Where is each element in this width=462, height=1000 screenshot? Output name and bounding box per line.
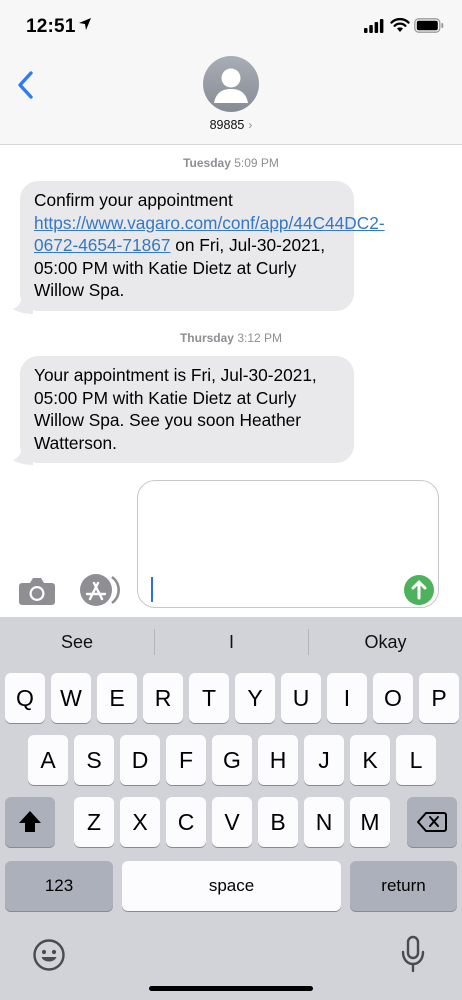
message-text: Your appointment is Fri, Jul-30-2021, 05… bbox=[34, 365, 317, 453]
microphone-icon[interactable] bbox=[399, 935, 427, 973]
status-time: 12:51 bbox=[26, 16, 76, 37]
key[interactable]: G bbox=[212, 735, 252, 785]
delete-key[interactable] bbox=[407, 797, 457, 847]
shift-icon bbox=[19, 811, 41, 832]
message-input[interactable] bbox=[137, 480, 439, 608]
message-bubble-received[interactable]: Your appointment is Fri, Jul-30-2021, 05… bbox=[20, 356, 354, 463]
person-icon bbox=[214, 68, 248, 103]
home-indicator[interactable] bbox=[149, 986, 313, 991]
timestamp-day: Tuesday bbox=[183, 156, 231, 170]
key[interactable]: E bbox=[97, 673, 137, 723]
location-arrow-icon bbox=[79, 18, 91, 30]
suggestion[interactable]: I bbox=[155, 625, 308, 659]
key[interactable]: K bbox=[350, 735, 390, 785]
contact-name[interactable]: 89885 › bbox=[0, 118, 462, 132]
battery-icon bbox=[414, 18, 444, 33]
key[interactable]: S bbox=[74, 735, 114, 785]
text-cursor bbox=[151, 577, 153, 602]
emoji-icon[interactable] bbox=[31, 937, 67, 973]
chevron-right-icon: › bbox=[248, 118, 253, 132]
contact-number: 89885 bbox=[209, 118, 245, 132]
key[interactable]: C bbox=[166, 797, 206, 847]
cellular-signal-icon bbox=[364, 19, 384, 33]
key[interactable]: L bbox=[396, 735, 436, 785]
wifi-icon bbox=[390, 18, 410, 32]
timestamp-time: 3:12 PM bbox=[237, 331, 283, 345]
key[interactable]: A bbox=[28, 735, 68, 785]
message-bubble-received[interactable]: Confirm your appointment https://www.vag… bbox=[20, 181, 385, 311]
key[interactable]: P bbox=[419, 673, 459, 723]
key[interactable]: W bbox=[51, 673, 91, 723]
timestamp-time: 5:09 PM bbox=[234, 156, 279, 170]
key[interactable]: Z bbox=[74, 797, 114, 847]
shift-key[interactable] bbox=[5, 797, 55, 847]
key[interactable]: N bbox=[304, 797, 344, 847]
back-chevron-icon[interactable] bbox=[16, 70, 36, 100]
key[interactable]: O bbox=[373, 673, 413, 723]
camera-icon[interactable] bbox=[18, 575, 56, 607]
numbers-key[interactable]: 123 bbox=[5, 861, 113, 911]
key[interactable]: M bbox=[350, 797, 390, 847]
timestamp: Thursday 3:12 PM bbox=[0, 331, 462, 345]
key[interactable]: D bbox=[120, 735, 160, 785]
app-store-icon[interactable] bbox=[78, 573, 120, 607]
suggestion[interactable]: See bbox=[0, 625, 154, 659]
key[interactable]: Q bbox=[5, 673, 45, 723]
return-key[interactable]: return bbox=[350, 861, 457, 911]
timestamp-day: Thursday bbox=[179, 331, 234, 345]
timestamp: Tuesday 5:09 PM bbox=[0, 156, 462, 170]
key[interactable]: U bbox=[281, 673, 321, 723]
key[interactable]: F bbox=[166, 735, 206, 785]
message-text: Confirm your appointment bbox=[34, 190, 233, 210]
backspace-icon bbox=[417, 812, 447, 832]
key[interactable]: R bbox=[143, 673, 183, 723]
key[interactable]: J bbox=[304, 735, 344, 785]
send-button[interactable] bbox=[404, 575, 434, 605]
space-key[interactable]: space bbox=[122, 861, 341, 911]
key[interactable]: X bbox=[120, 797, 160, 847]
key[interactable]: V bbox=[212, 797, 252, 847]
send-arrow-up-icon bbox=[411, 580, 427, 600]
key[interactable]: T bbox=[189, 673, 229, 723]
key[interactable]: Y bbox=[235, 673, 275, 723]
contact-avatar[interactable] bbox=[203, 56, 259, 112]
suggestion[interactable]: Okay bbox=[309, 625, 462, 659]
key[interactable]: H bbox=[258, 735, 298, 785]
key[interactable]: I bbox=[327, 673, 367, 723]
key[interactable]: B bbox=[258, 797, 298, 847]
